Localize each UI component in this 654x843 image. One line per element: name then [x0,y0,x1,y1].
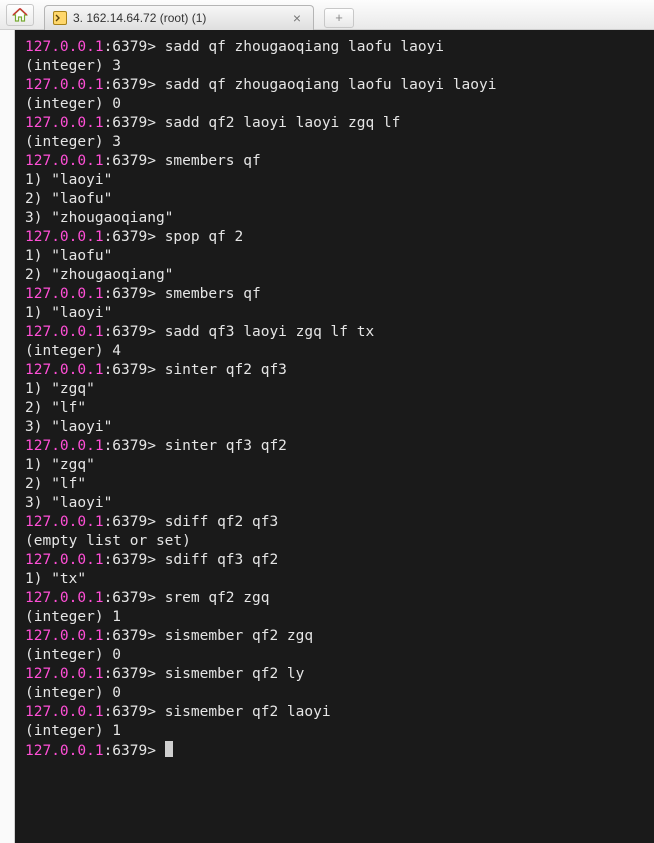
home-icon [12,8,28,22]
terminal-line: 127.0.0.1:6379> smembers qf [25,285,644,304]
command-text: smembers qf [165,286,261,302]
prompt-port: :6379> [104,743,165,759]
prompt-port: :6379> [104,324,165,340]
terminal-icon [53,11,67,25]
prompt-port: :6379> [104,115,165,131]
terminal-line: 127.0.0.1:6379> sismember qf2 zgq [25,627,644,646]
output-line: (integer) 0 [25,95,644,114]
prompt-host: 127.0.0.1 [25,77,104,93]
terminal-line: 127.0.0.1:6379> sadd qf3 laoyi zgq lf tx [25,323,644,342]
command-text: srem qf2 zgq [165,590,270,606]
prompt-port: :6379> [104,362,165,378]
terminal-line: 127.0.0.1:6379> sinter qf3 qf2 [25,437,644,456]
output-line: 1) "laoyi" [25,304,644,323]
command-text: sadd qf2 laoyi laoyi zgq lf [165,115,401,131]
prompt-host: 127.0.0.1 [25,362,104,378]
prompt-host: 127.0.0.1 [25,115,104,131]
terminal-line: 127.0.0.1:6379> sdiff qf2 qf3 [25,513,644,532]
output-line: (integer) 1 [25,722,644,741]
output-line: 3) "laoyi" [25,418,644,437]
output-line: 1) "laoyi" [25,171,644,190]
terminal-line: 127.0.0.1:6379> srem qf2 zgq [25,589,644,608]
prompt-host: 127.0.0.1 [25,704,104,720]
output-line: (integer) 3 [25,57,644,76]
terminal-line: 127.0.0.1:6379> smembers qf [25,152,644,171]
prompt-port: :6379> [104,552,165,568]
output-line: 2) "lf" [25,399,644,418]
output-line: (integer) 1 [25,608,644,627]
prompt-host: 127.0.0.1 [25,438,104,454]
prompt-host: 127.0.0.1 [25,324,104,340]
left-gutter [0,30,15,843]
terminal-line: 127.0.0.1:6379> sadd qf zhougaoqiang lao… [25,38,644,57]
command-text: spop qf 2 [165,229,244,245]
output-line: (empty list or set) [25,532,644,551]
prompt-host: 127.0.0.1 [25,514,104,530]
command-text: smembers qf [165,153,261,169]
output-line: (integer) 0 [25,646,644,665]
terminal-line: 127.0.0.1:6379> sadd qf2 laoyi laoyi zgq… [25,114,644,133]
prompt-host: 127.0.0.1 [25,666,104,682]
prompt-host: 127.0.0.1 [25,286,104,302]
output-line: 3) "zhougaoqiang" [25,209,644,228]
command-text: sadd qf3 laoyi zgq lf tx [165,324,375,340]
new-tab-button[interactable]: + [324,8,354,28]
output-line: 1) "zgq" [25,456,644,475]
terminal-line: 127.0.0.1:6379> spop qf 2 [25,228,644,247]
prompt-port: :6379> [104,39,165,55]
prompt-host: 127.0.0.1 [25,39,104,55]
command-text: sinter qf3 qf2 [165,438,287,454]
output-line: 3) "laoyi" [25,494,644,513]
output-line: 2) "laofu" [25,190,644,209]
command-text: sadd qf zhougaoqiang laofu laoyi [165,39,444,55]
terminal-output[interactable]: 127.0.0.1:6379> sadd qf zhougaoqiang lao… [15,30,654,843]
prompt-port: :6379> [104,286,165,302]
command-text: sismember qf2 laoyi [165,704,331,720]
command-text: sismember qf2 zgq [165,628,313,644]
plus-icon: + [335,10,343,25]
home-button[interactable] [6,4,34,26]
terminal-line: 127.0.0.1:6379> sdiff qf3 qf2 [25,551,644,570]
prompt-port: :6379> [104,229,165,245]
tab-close-button[interactable]: × [289,10,305,26]
output-line: 1) "tx" [25,570,644,589]
prompt-port: :6379> [104,514,165,530]
terminal-line: 127.0.0.1:6379> sinter qf2 qf3 [25,361,644,380]
prompt-port: :6379> [104,590,165,606]
command-text: sadd qf zhougaoqiang laofu laoyi laoyi [165,77,497,93]
terminal-line: 127.0.0.1:6379> sismember qf2 laoyi [25,703,644,722]
prompt-port: :6379> [104,628,165,644]
terminal-line: 127.0.0.1:6379> sismember qf2 ly [25,665,644,684]
prompt-host: 127.0.0.1 [25,628,104,644]
command-text: sismember qf2 ly [165,666,305,682]
output-line: (integer) 0 [25,684,644,703]
prompt-port: :6379> [104,153,165,169]
tab-title: 3. 162.14.64.72 (root) (1) [73,11,289,25]
prompt-port: :6379> [104,704,165,720]
prompt-host: 127.0.0.1 [25,590,104,606]
output-line: 2) "zhougaoqiang" [25,266,644,285]
command-text: sinter qf2 qf3 [165,362,287,378]
prompt-port: :6379> [104,438,165,454]
prompt-host: 127.0.0.1 [25,153,104,169]
command-text: sdiff qf2 qf3 [165,514,279,530]
output-line: (integer) 3 [25,133,644,152]
prompt-port: :6379> [104,77,165,93]
command-text: sdiff qf3 qf2 [165,552,279,568]
terminal-line: 127.0.0.1:6379> sadd qf zhougaoqiang lao… [25,76,644,95]
output-line: 1) "laofu" [25,247,644,266]
tab-active[interactable]: 3. 162.14.64.72 (root) (1) × [44,5,314,31]
prompt-host: 127.0.0.1 [25,552,104,568]
prompt-port: :6379> [104,666,165,682]
prompt-host: 127.0.0.1 [25,229,104,245]
terminal-line: 127.0.0.1:6379> [25,741,644,761]
output-line: (integer) 4 [25,342,644,361]
prompt-host: 127.0.0.1 [25,743,104,759]
tab-bar: 3. 162.14.64.72 (root) (1) × + [0,0,654,30]
cursor [165,741,173,757]
output-line: 1) "zgq" [25,380,644,399]
output-line: 2) "lf" [25,475,644,494]
